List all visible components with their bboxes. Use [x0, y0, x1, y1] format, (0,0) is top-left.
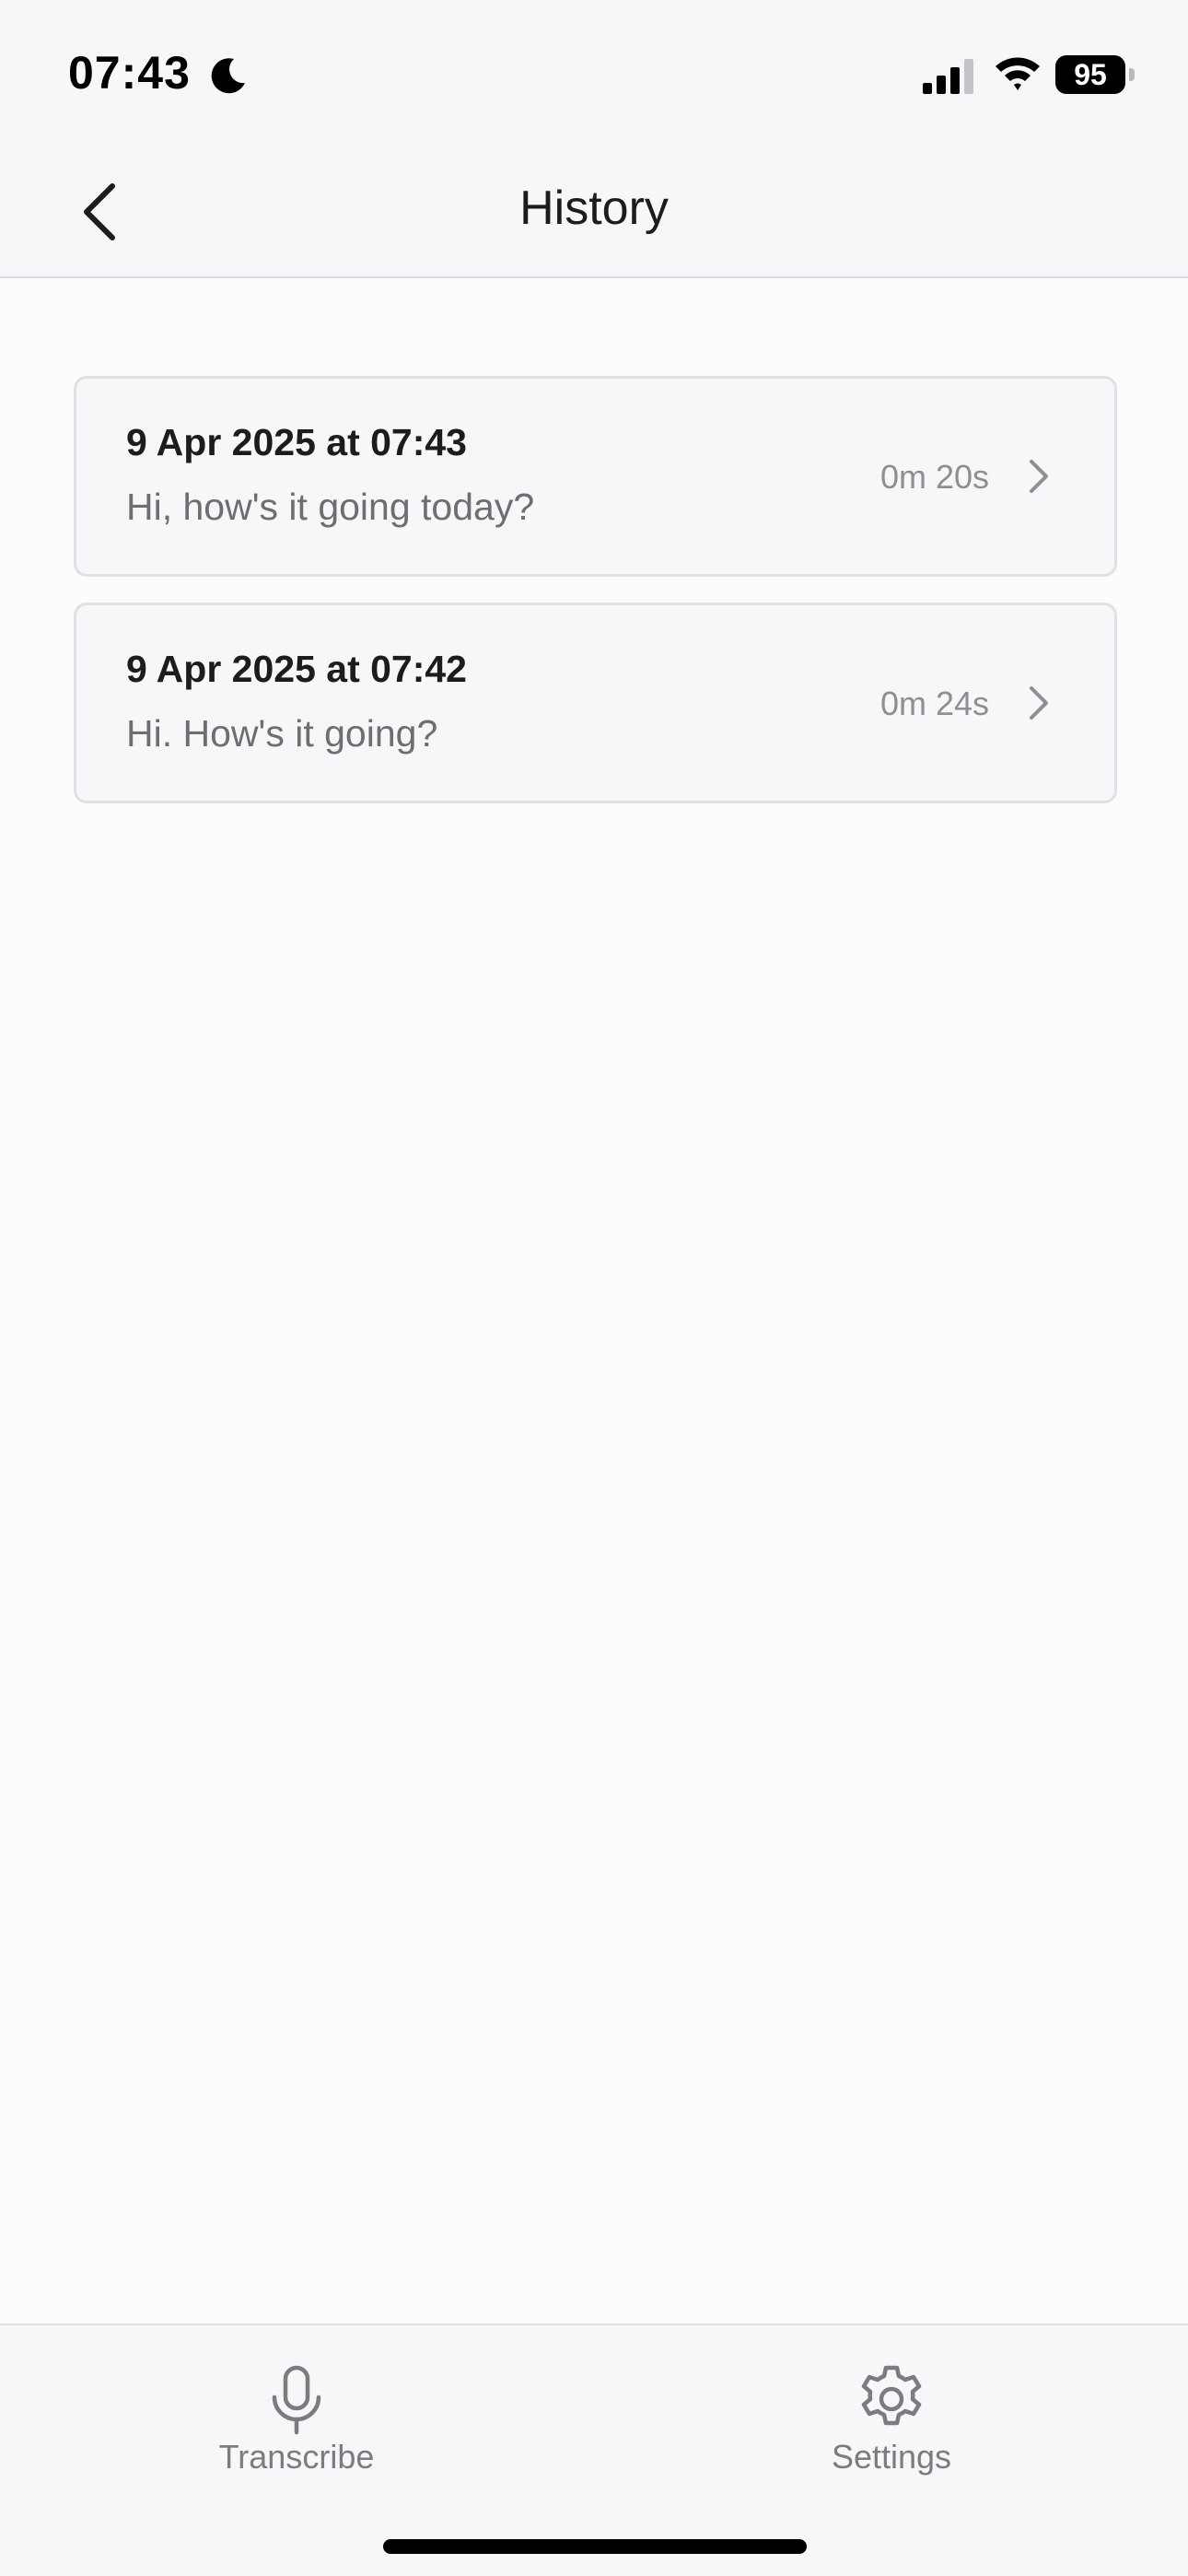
history-item-preview: Hi, how's it going today?: [126, 486, 535, 528]
chevron-right-icon: [1030, 460, 1048, 493]
history-item[interactable]: 9 Apr 2025 at 07:42 Hi. How's it going? …: [74, 603, 1117, 803]
tab-settings-label: Settings: [831, 2438, 952, 2476]
wifi-icon: [996, 57, 1040, 90]
battery-indicator: 95: [1055, 55, 1135, 94]
page-title: History: [519, 181, 669, 235]
status-bar: 07:43 95: [0, 0, 1188, 147]
history-item-duration: 0m 24s: [879, 685, 989, 722]
cellular-signal-icon: [923, 59, 973, 94]
tab-transcribe[interactable]: Transcribe: [158, 2362, 435, 2500]
history-item-date: 9 Apr 2025 at 07:43: [126, 421, 467, 463]
history-item-preview: Hi. How's it going?: [126, 712, 438, 755]
history-item-date: 9 Apr 2025 at 07:42: [126, 648, 467, 690]
history-item-duration: 0m 20s: [879, 458, 989, 496]
tab-bar: Transcribe Settings: [0, 2324, 1188, 2576]
gear-icon: [861, 2365, 922, 2426]
status-time: 07:43: [68, 47, 191, 99]
tab-settings[interactable]: Settings: [753, 2362, 1030, 2500]
tab-transcribe-label: Transcribe: [218, 2438, 375, 2476]
battery-cap: [1129, 68, 1135, 81]
navigation-bar: History: [0, 147, 1188, 278]
microphone-icon: [272, 2365, 321, 2435]
home-indicator[interactable]: [383, 2539, 807, 2554]
chevron-right-icon: [1030, 686, 1048, 720]
history-list: 9 Apr 2025 at 07:43 Hi, how's it going t…: [74, 376, 1117, 829]
moon-icon: [211, 58, 245, 94]
battery-level: 95: [1055, 55, 1125, 94]
history-item[interactable]: 9 Apr 2025 at 07:43 Hi, how's it going t…: [74, 376, 1117, 577]
